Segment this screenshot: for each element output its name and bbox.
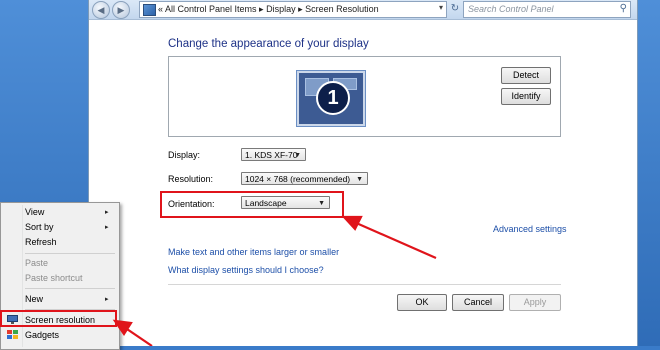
address-bar[interactable]: « All Control Panel Items ▸ Display ▸ Sc…	[139, 1, 447, 18]
resolution-select[interactable]: 1024 × 768 (recommended) ▼	[241, 172, 368, 185]
control-panel-icon	[143, 4, 156, 16]
back-button[interactable]: ◀	[92, 1, 110, 19]
chevron-down-icon: ▼	[294, 152, 301, 159]
chevron-down-icon: ▼	[356, 176, 363, 183]
display-select[interactable]: 1. KDS XF-70 ▼	[241, 148, 306, 161]
address-dropdown-icon[interactable]: ▾	[439, 3, 443, 12]
submenu-arrow-icon: ▸	[105, 209, 109, 216]
apply-button[interactable]: Apply	[509, 294, 561, 311]
screen-resolution-panel: Change the appearance of your display 1 …	[89, 20, 637, 346]
menu-separator	[25, 253, 115, 254]
chevron-down-icon: ▼	[318, 200, 325, 207]
forward-button[interactable]: ▶	[112, 1, 130, 19]
divider	[168, 284, 561, 285]
search-icon[interactable]: ⚲	[620, 3, 627, 14]
resolution-value: 1024 × 768 (recommended)	[245, 174, 351, 184]
orientation-value: Landscape	[245, 198, 287, 208]
orientation-label: Orientation:	[168, 199, 215, 209]
text-size-link[interactable]: Make text and other items larger or smal…	[168, 247, 339, 257]
display-value: 1. KDS XF-70	[245, 150, 298, 160]
display-settings-help-link[interactable]: What display settings should I choose?	[168, 265, 324, 275]
page-title: Change the appearance of your display	[168, 38, 369, 50]
display-label: Display:	[168, 150, 201, 160]
menu-item-paste-shortcut[interactable]: Paste shortcut	[25, 273, 83, 283]
menu-item-new[interactable]: New	[25, 294, 43, 304]
menu-item-gadgets[interactable]: Gadgets	[25, 330, 59, 340]
refresh-icon[interactable]: ↻	[448, 1, 462, 16]
menu-item-sort-by[interactable]: Sort by	[25, 222, 54, 232]
orientation-select[interactable]: Landscape ▼	[241, 196, 330, 209]
forward-icon: ▶	[117, 5, 125, 15]
ok-button[interactable]: OK	[397, 294, 447, 311]
menu-item-refresh[interactable]: Refresh	[25, 237, 57, 247]
advanced-settings-link[interactable]: Advanced settings	[493, 224, 567, 234]
search-input[interactable]: Search Control Panel ⚲	[463, 1, 631, 18]
identify-button[interactable]: Identify	[501, 88, 551, 105]
resolution-label: Resolution:	[168, 174, 214, 184]
submenu-arrow-icon: ▸	[105, 224, 109, 231]
gadgets-icon	[7, 330, 18, 339]
navigation-bar: ◀ ▶ « All Control Panel Items ▸ Display …	[89, 0, 637, 20]
menu-item-paste[interactable]: Paste	[25, 258, 48, 268]
address-path[interactable]: « All Control Panel Items ▸ Display ▸ Sc…	[158, 4, 379, 15]
desktop-context-menu: View ▸ Sort by ▸ Refresh Paste Paste sho…	[0, 202, 120, 350]
monitor-icon[interactable]: 1	[297, 71, 365, 126]
detect-button[interactable]: Detect	[501, 67, 551, 84]
screen-resolution-highlight	[0, 310, 117, 327]
submenu-arrow-icon: ▸	[105, 296, 109, 303]
display-preview: 1 Detect Identify	[168, 56, 561, 137]
menu-item-view[interactable]: View	[25, 207, 44, 217]
back-icon: ◀	[97, 5, 105, 15]
menu-separator	[25, 288, 115, 289]
control-panel-window: ◀ ▶ « All Control Panel Items ▸ Display …	[88, 0, 638, 346]
cancel-button[interactable]: Cancel	[452, 294, 504, 311]
monitor-number: 1	[316, 81, 350, 115]
search-placeholder: Search Control Panel	[468, 4, 554, 14]
